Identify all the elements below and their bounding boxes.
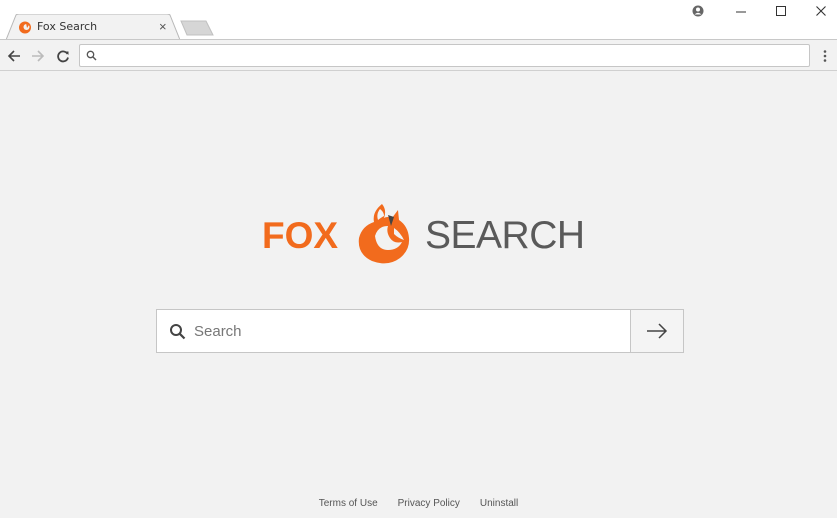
tab-title: Fox Search [37,20,98,33]
privacy-policy-link[interactable]: Privacy Policy [398,498,460,509]
search-icon [86,50,97,61]
back-arrow-icon[interactable] [5,47,23,65]
close-icon[interactable] [811,2,831,20]
fox-logo-icon [358,204,410,264]
logo-word-fox: FOX [262,215,339,256]
arrow-right-icon [647,323,668,339]
forward-arrow-icon[interactable] [29,47,47,65]
search-input[interactable] [194,320,624,342]
reload-icon[interactable] [54,47,72,65]
new-tab-button[interactable] [180,20,214,36]
footer-links: Terms of Use Privacy Policy Uninstall [0,498,837,509]
maximize-icon[interactable] [771,2,791,20]
uninstall-link[interactable]: Uninstall [480,498,518,509]
menu-dots-icon[interactable] [818,47,832,65]
browser-titlebar: Fox Search × [0,0,837,40]
terms-of-use-link[interactable]: Terms of Use [319,498,378,509]
address-bar[interactable] [79,44,810,67]
search-submit-button[interactable] [630,310,683,352]
minimize-icon[interactable] [731,2,751,20]
account-icon[interactable] [688,2,708,20]
tab-fox-search[interactable]: Fox Search × [6,14,180,40]
address-input[interactable] [102,47,802,64]
tab-close-icon[interactable]: × [159,19,167,34]
fox-favicon-icon [19,21,31,34]
fox-search-logo: FOX SEARCH [262,198,585,266]
browser-toolbar [0,39,837,71]
logo-word-search: SEARCH [425,214,585,257]
search-icon [170,324,186,340]
search-box [156,309,684,353]
